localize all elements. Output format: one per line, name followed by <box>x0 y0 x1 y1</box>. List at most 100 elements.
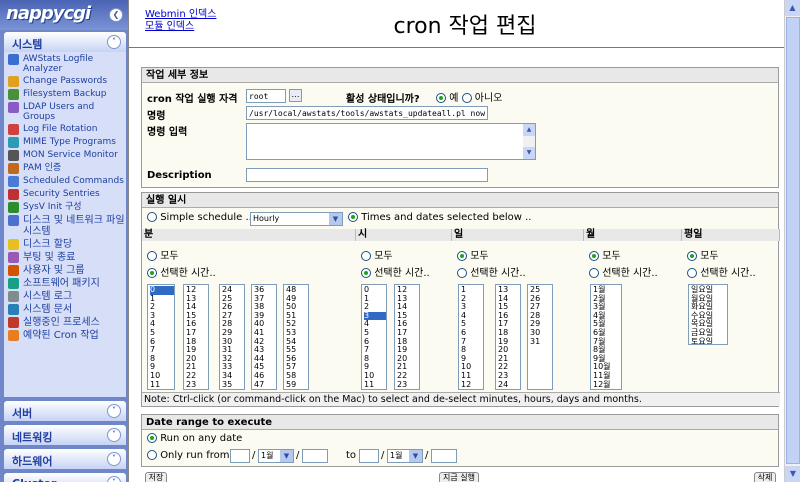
list-option[interactable]: 23 <box>186 380 208 389</box>
module-icon <box>8 252 19 263</box>
to-day-input[interactable] <box>359 449 379 463</box>
active-no-radio[interactable] <box>461 93 472 103</box>
sidebar-module-item[interactable]: 부팅 및 종료 <box>8 252 126 263</box>
active-yes-radio[interactable] <box>436 93 446 103</box>
description-input[interactable] <box>246 168 488 182</box>
from-day-input[interactable] <box>230 449 250 463</box>
list-option[interactable]: 12월 <box>593 380 621 389</box>
command-input-textarea[interactable]: ▲ ▼ <box>246 123 536 160</box>
simple-schedule-radio[interactable] <box>147 212 157 222</box>
main-content: Webmin 인덱스 모듈 인덱스 cron 작업 편집 작업 세부 정보 cro… <box>128 0 800 482</box>
module-icon <box>8 189 19 200</box>
sidebar-module-item[interactable]: Log File Rotation <box>8 124 126 135</box>
simple-schedule-select[interactable]: Hourly ▼ <box>250 212 343 226</box>
sidebar-module-item[interactable]: 디스크 할당 <box>8 239 126 250</box>
days-list[interactable]: 13 14 15 16 17 18 19 20 21 22 23 24 <box>495 284 521 390</box>
sidebar-module-item[interactable]: AWStats Logfile Analyzer <box>8 54 126 74</box>
sidebar-module-item[interactable]: 시스템 문서 <box>8 304 126 315</box>
sidebar-module-item[interactable]: MON Service Monitor <box>8 150 126 161</box>
list-option[interactable]: 47 <box>254 380 276 389</box>
selected-times-radio[interactable] <box>361 268 371 278</box>
delete-button[interactable]: 삭제 <box>754 472 776 482</box>
list-option[interactable]: 23 <box>397 380 419 389</box>
selected-times-radio[interactable] <box>147 268 157 278</box>
list-option[interactable]: 11 <box>364 380 386 389</box>
list-option[interactable]: 24 <box>498 380 520 389</box>
list-option[interactable]: 토요일 <box>691 337 727 344</box>
category-group[interactable]: 하드웨어 ˅ <box>4 449 126 469</box>
sidebar-module-item[interactable]: 디스크 및 네트워크 파일시스템 <box>8 215 126 237</box>
to-month-select[interactable]: 1월 ▼ <box>387 449 423 463</box>
sidebar-module-item[interactable]: PAM 인증 <box>8 163 126 174</box>
selected-times-radio[interactable] <box>687 268 697 278</box>
chevron-down-icon[interactable]: ˅ <box>107 428 121 442</box>
minutes-list[interactable]: 24 25 26 27 28 29 30 31 32 33 34 35 <box>219 284 245 390</box>
minutes-list[interactable]: 48 49 50 51 52 53 54 55 56 57 58 59 <box>283 284 309 390</box>
list-option[interactable]: 59 <box>286 380 308 389</box>
days-list[interactable]: 25 26 27 28 29 30 31 <box>527 284 553 390</box>
category-group[interactable]: 서버 ˅ <box>4 401 126 421</box>
hours-list[interactable]: 0 1 2 3 4 5 6 7 8 9 10 11 <box>361 284 387 390</box>
scroll-up-icon[interactable]: ▲ <box>785 0 800 16</box>
category-group[interactable]: 네트워킹 ˅ <box>4 425 126 445</box>
all-radio[interactable] <box>687 251 697 261</box>
run-any-date-radio[interactable] <box>147 433 157 443</box>
all-radio[interactable] <box>147 251 157 261</box>
scroll-down-icon[interactable]: ▼ <box>785 466 800 482</box>
module-icon <box>8 137 19 148</box>
list-option[interactable]: 31 <box>530 337 552 347</box>
hours-list[interactable]: 12 13 14 15 16 17 18 19 20 21 22 23 <box>394 284 420 390</box>
schedule-column-header: 분 <box>142 229 356 241</box>
run-now-button[interactable]: 지금 실행 <box>439 472 479 482</box>
sidebar-module-item[interactable]: 실행중인 프로세스 <box>8 317 126 328</box>
from-month-select[interactable]: 1월 ▼ <box>258 449 294 463</box>
chevron-down-icon: ▼ <box>280 450 293 462</box>
module-icon <box>8 317 19 328</box>
from-year-input[interactable] <box>302 449 328 463</box>
list-option[interactable]: 35 <box>222 380 244 389</box>
sidebar-module-item[interactable]: 예약된 Cron 작업 <box>8 330 126 341</box>
selected-times-radio[interactable] <box>457 268 467 278</box>
module-label: Security Sentries <box>23 189 100 199</box>
sidebar-module-item[interactable]: LDAP Users and Groups <box>8 102 126 122</box>
times-selected-radio[interactable] <box>348 212 358 222</box>
sidebar-module-item[interactable]: 사용자 및 그룹 <box>8 265 126 276</box>
minutes-list[interactable]: 12 13 14 15 16 17 18 19 20 21 22 23 <box>183 284 209 390</box>
user-chooser-button[interactable]: … <box>289 89 302 102</box>
list-option[interactable]: 12 <box>461 380 483 389</box>
all-radio[interactable] <box>361 251 371 261</box>
to-year-input[interactable] <box>431 449 457 463</box>
only-run-radio[interactable] <box>147 450 157 460</box>
months-list[interactable]: 1월 2월 3월 4월 5월 6월 7월 8월 9월 10월 11월 12월 <box>590 284 622 390</box>
list-option[interactable]: 11 <box>150 380 174 389</box>
all-radio[interactable] <box>457 251 467 261</box>
save-button[interactable]: 저장 <box>145 472 167 482</box>
collapse-icon[interactable]: ❮ <box>109 8 123 22</box>
command-input[interactable] <box>246 106 488 120</box>
module-label: LDAP Users and Groups <box>23 102 95 122</box>
category-group[interactable]: Cluster˅ <box>4 473 126 482</box>
sidebar-module-item[interactable]: Filesystem Backup <box>8 89 126 100</box>
chevron-down-icon[interactable]: ˅ <box>107 452 121 466</box>
minutes-list[interactable]: 0 1 2 3 4 5 6 7 8 9 10 11 <box>147 284 175 390</box>
module-icon <box>8 163 19 174</box>
all-radio[interactable] <box>589 251 599 261</box>
page-scrollbar[interactable]: ▲ ▼ <box>784 0 800 482</box>
sidebar-module-item[interactable]: Security Sentries <box>8 189 126 200</box>
sidebar-module-item[interactable]: MIME Type Programs <box>8 137 126 148</box>
chevron-down-icon[interactable]: ˅ <box>107 476 121 482</box>
category-system[interactable]: 시스템 ˄ <box>4 32 126 52</box>
sidebar-module-item[interactable]: SysV Init 구성 <box>8 202 126 213</box>
sidebar-module-item[interactable]: 시스템 로그 <box>8 291 126 302</box>
sidebar-module-item[interactable]: 소프트웨어 패키지 <box>8 278 126 289</box>
chevron-down-icon[interactable]: ˅ <box>107 404 121 418</box>
selected-times-radio[interactable] <box>589 268 599 278</box>
sidebar-module-item[interactable]: Scheduled Commands <box>8 176 126 187</box>
run-as-input[interactable] <box>246 89 286 103</box>
minutes-list[interactable]: 36 37 38 39 40 41 42 43 44 45 46 47 <box>251 284 277 390</box>
sidebar-module-item[interactable]: Change Passwords <box>8 76 126 87</box>
days-list[interactable]: 1 2 3 4 5 6 7 8 9 10 11 12 <box>458 284 484 390</box>
weekdays-list[interactable]: 일요일 월요일 화요일 수요일 목요일 금요일 토요일 <box>688 284 728 345</box>
chevron-up-icon[interactable]: ˄ <box>107 35 121 49</box>
scroll-thumb[interactable] <box>786 17 800 464</box>
